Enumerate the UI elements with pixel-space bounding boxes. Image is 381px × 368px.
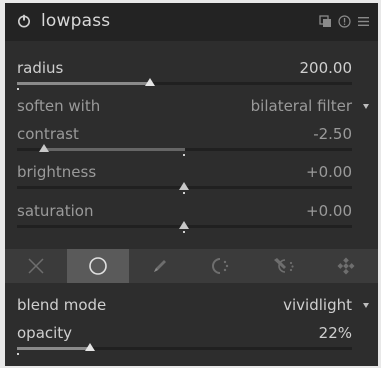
soften-with-label: soften with xyxy=(17,97,101,115)
module-title: lowpass xyxy=(41,11,111,31)
radius-slider[interactable] xyxy=(17,82,352,85)
blend-mode-label: blend mode xyxy=(17,296,107,314)
contrast-slider-marker[interactable] xyxy=(39,144,49,152)
mask-parametric-button[interactable] xyxy=(191,249,253,283)
raster-icon xyxy=(337,257,355,275)
uniform-icon xyxy=(89,257,107,275)
power-icon[interactable] xyxy=(17,14,31,28)
brightness-label: brightness xyxy=(17,163,97,181)
blend-mask-mode-bar xyxy=(5,249,378,283)
mask-off-button[interactable] xyxy=(5,249,67,283)
contrast-label: contrast xyxy=(17,125,79,143)
brightness-slider-marker[interactable] xyxy=(179,182,189,190)
contrast-value: -2.50 xyxy=(313,125,352,143)
opacity-slider[interactable] xyxy=(17,347,352,350)
radius-value: 200.00 xyxy=(299,59,353,77)
saturation-value: +0.00 xyxy=(306,202,352,220)
soften-with-dropdown-arrow-icon[interactable] xyxy=(363,104,369,109)
opacity-slider-tick xyxy=(17,353,19,355)
mask-drawn-parametric-button[interactable] xyxy=(253,249,315,283)
presets-icon[interactable] xyxy=(319,15,332,28)
lowpass-module-panel: lowpass radius 200.00 soften with bilate… xyxy=(5,3,378,366)
brightness-value: +0.00 xyxy=(306,163,352,181)
radius-slider-fill xyxy=(17,82,151,85)
radius-slider-marker[interactable] xyxy=(145,78,155,86)
mask-raster-button[interactable] xyxy=(315,249,377,283)
mask-uniform-button[interactable] xyxy=(67,249,129,283)
menu-icon[interactable] xyxy=(357,15,370,28)
radius-label: radius xyxy=(17,59,64,77)
opacity-slider-fill xyxy=(17,347,91,350)
opacity-slider-marker[interactable] xyxy=(85,343,95,351)
opacity-label: opacity xyxy=(17,324,73,342)
saturation-slider-tick xyxy=(183,231,185,233)
radius-slider-tick xyxy=(17,88,19,90)
blend-mode-dropdown-arrow-icon[interactable] xyxy=(363,303,369,308)
saturation-label: saturation xyxy=(17,202,94,220)
mask-drawn-button[interactable] xyxy=(129,249,191,283)
parametric-icon xyxy=(212,258,229,274)
reset-icon[interactable] xyxy=(338,15,351,28)
drawn-parametric-icon xyxy=(274,258,294,273)
blend-mode-value[interactable]: vividlight xyxy=(283,296,352,314)
module-header[interactable]: lowpass xyxy=(5,3,378,41)
saturation-slider-marker[interactable] xyxy=(179,221,189,229)
contrast-slider[interactable] xyxy=(17,148,352,151)
contrast-slider-fill xyxy=(44,148,185,151)
opacity-value: 22% xyxy=(318,324,352,342)
off-icon xyxy=(28,258,44,274)
brightness-slider-tick xyxy=(183,192,185,194)
soften-with-value[interactable]: bilateral filter xyxy=(251,97,352,115)
contrast-slider-tick xyxy=(183,154,185,156)
drawn-icon xyxy=(154,260,166,272)
